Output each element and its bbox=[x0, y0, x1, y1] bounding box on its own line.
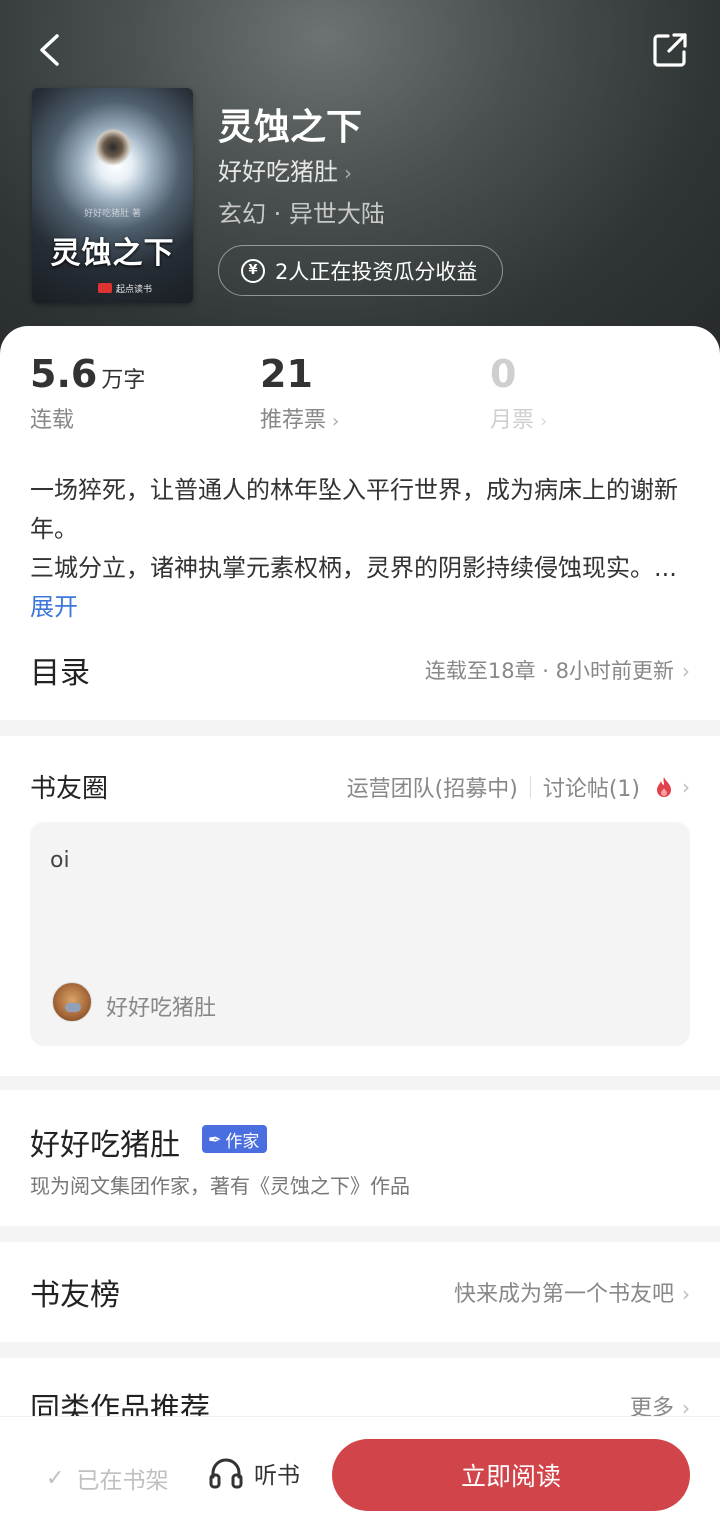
author-name: 好好吃猪肚 bbox=[218, 158, 338, 186]
reader-rank-section: 书友榜 快来成为第一个书友吧 › bbox=[0, 1242, 720, 1342]
table-of-contents-row[interactable]: 目录 连载至18章 · 8小时前更新 › bbox=[30, 646, 690, 694]
book-cover[interactable]: 好好吃猪肚 著 灵蚀之下 起点读书 bbox=[32, 88, 193, 303]
word-count-unit: 万字 bbox=[101, 368, 146, 393]
recommend-votes-value: 21 bbox=[260, 352, 313, 396]
toc-update-info: 连载至18章 · 8小时前更新 bbox=[424, 659, 674, 683]
book-genre: 玄幻 · 异世大陆 bbox=[218, 200, 385, 228]
yen-icon: ¥ bbox=[241, 258, 265, 283]
bottom-action-bar: ✓ 已在书架 听书 立即阅读 bbox=[0, 1416, 720, 1532]
back-arrow-icon bbox=[40, 34, 59, 66]
on-shelf-label: 已在书架 bbox=[76, 1468, 169, 1494]
cover-title: 灵蚀之下 bbox=[50, 236, 175, 271]
on-shelf-button[interactable]: ✓ 已在书架 bbox=[46, 1461, 168, 1495]
circle-title: 书友圈 bbox=[30, 774, 109, 804]
discussion-link[interactable]: 讨论帖(1) bbox=[543, 771, 640, 803]
stat-word-count: 5.6 万字 连载 bbox=[30, 352, 145, 434]
reader-rank-row[interactable]: 书友榜 快来成为第一个书友吧 › bbox=[30, 1268, 690, 1316]
stat-monthly-votes[interactable]: 0 月票 › bbox=[490, 352, 547, 434]
post-text: oi bbox=[50, 848, 70, 873]
chevron-right-icon[interactable]: › bbox=[682, 775, 690, 799]
author-description: 现为阅文集团作家，著有《灵蚀之下》作品 bbox=[30, 1174, 410, 1198]
post-author: 好好吃猪肚 bbox=[106, 996, 217, 1021]
check-icon: ✓ bbox=[46, 1465, 65, 1491]
chevron-right-icon: › bbox=[682, 1282, 690, 1306]
chevron-right-icon: › bbox=[540, 411, 548, 432]
word-count-value: 5.6 bbox=[30, 352, 98, 396]
synopsis-paragraph-2: 三城分立，诸神执掌元素权柄，灵界的阴影持续侵蚀现实。... bbox=[30, 554, 677, 582]
rank-title: 书友榜 bbox=[30, 1278, 120, 1313]
author-link[interactable]: 好好吃猪肚 › bbox=[218, 152, 352, 187]
divider bbox=[529, 775, 531, 798]
chevron-right-icon: › bbox=[344, 161, 352, 185]
avatar[interactable] bbox=[52, 982, 92, 1022]
monthly-votes-label: 月票 bbox=[490, 408, 535, 433]
synopsis-paragraph-1: 一场猝死，让普通人的林年坠入平行世界，成为病床上的谢新年。 bbox=[30, 476, 678, 543]
cover-author-line: 好好吃猪肚 著 bbox=[84, 209, 141, 219]
listen-label: 听书 bbox=[254, 1463, 300, 1489]
author-section-name[interactable]: 好好吃猪肚 bbox=[30, 1120, 180, 1164]
author-badge-label: 作家 bbox=[225, 1131, 260, 1152]
book-circle-section: 书友圈 运营团队(招募中) 讨论帖(1) › oi 好好吃猪肚 bbox=[0, 736, 720, 1076]
chevron-right-icon: › bbox=[682, 659, 690, 683]
rank-info: 快来成为第一个书友吧 bbox=[453, 1282, 674, 1307]
monthly-votes-value: 0 bbox=[490, 352, 517, 396]
recommend-votes-label: 推荐票 bbox=[260, 408, 327, 433]
serial-status-label: 连载 bbox=[30, 408, 75, 433]
author-badge: ✒ 作家 bbox=[202, 1125, 268, 1153]
author-section: 好好吃猪肚 ✒ 作家 现为阅文集团作家，著有《灵蚀之下》作品 bbox=[0, 1090, 720, 1226]
cover-art bbox=[94, 128, 132, 166]
fire-icon bbox=[657, 776, 671, 797]
book-info-card: 5.6 万字 连载 21 推荐票 › 0 月票 › 一场猝死，让普通人的林年坠入平行世… bbox=[0, 326, 720, 720]
stat-recommend-votes[interactable]: 21 推荐票 › bbox=[260, 352, 339, 434]
book-header: 好好吃猪肚 著 灵蚀之下 起点读书 灵蚀之下 好好吃猪肚 › 玄幻 · 异世大陆 … bbox=[0, 0, 720, 360]
book-title: 灵蚀之下 bbox=[218, 107, 363, 148]
share-button[interactable] bbox=[648, 28, 692, 72]
expand-synopsis-link[interactable]: 展开 bbox=[30, 593, 78, 621]
read-now-button[interactable]: 立即阅读 bbox=[332, 1439, 690, 1511]
book-synopsis[interactable]: 一场猝死，让普通人的林年坠入平行世界，成为病床上的谢新年。 三城分立，诸神执掌元… bbox=[30, 471, 690, 627]
quill-icon: ✒ bbox=[208, 1129, 222, 1149]
invest-button[interactable]: ¥ 2人正在投资瓜分收益 bbox=[218, 245, 503, 296]
invest-text: 2人正在投资瓜分收益 bbox=[275, 259, 478, 284]
circle-links: 运营团队(招募中) 讨论帖(1) › bbox=[347, 771, 690, 803]
circle-post-card[interactable]: oi 好好吃猪肚 bbox=[30, 822, 690, 1046]
cover-brand: 起点读书 bbox=[116, 285, 153, 295]
chevron-right-icon: › bbox=[332, 411, 340, 432]
toc-title: 目录 bbox=[30, 656, 90, 691]
share-icon bbox=[653, 33, 687, 67]
listen-button[interactable]: 听书 bbox=[208, 1455, 300, 1491]
back-button[interactable] bbox=[30, 28, 70, 72]
headphones-icon bbox=[209, 1458, 243, 1489]
brand-logo-icon bbox=[98, 283, 112, 293]
ops-team-link[interactable]: 运营团队(招募中) bbox=[347, 771, 518, 803]
